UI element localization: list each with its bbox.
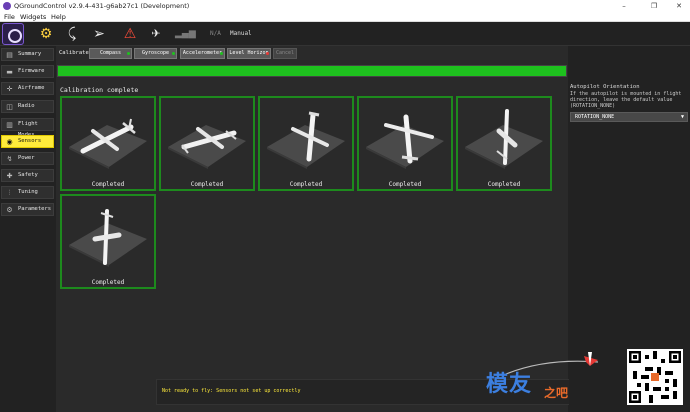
sidebar-item-label: Safety bbox=[18, 172, 38, 178]
tuning-icon: ⫶ bbox=[8, 189, 11, 197]
button-label: Cancel bbox=[275, 50, 295, 56]
rotation-select[interactable]: ROTATION_NONE ▼ bbox=[570, 112, 688, 122]
menu-help[interactable]: Help bbox=[51, 12, 66, 22]
orientation-tile: Completed bbox=[357, 96, 453, 191]
close-button[interactable]: ✕ bbox=[670, 0, 688, 12]
warning-icon[interactable]: ⚠ bbox=[121, 25, 139, 43]
watermark-subtext: 之吧 bbox=[544, 386, 569, 400]
orientation-status: Completed bbox=[190, 181, 224, 188]
sidebar-item-label: Sensors bbox=[18, 138, 42, 144]
level-horizon-calibrate-button[interactable]: Level Horizon bbox=[227, 48, 271, 59]
safety-icon: ✚ bbox=[6, 172, 13, 180]
sidebar-item-label: Power bbox=[18, 155, 35, 161]
notice-text: Not ready to fly: Sensors not set up cor… bbox=[162, 388, 301, 394]
menu-widgets[interactable]: Widgets bbox=[20, 12, 46, 22]
menu-bar: File Widgets Help bbox=[0, 12, 690, 22]
airframe-icon: ✛ bbox=[6, 85, 13, 93]
menu-file[interactable]: File bbox=[4, 12, 15, 22]
app-window: QGroundControl v2.9.4-431-g6ab27c1 (Deve… bbox=[0, 0, 690, 412]
qr-code-image bbox=[627, 349, 683, 405]
compass-calibrate-button[interactable]: Compass bbox=[89, 48, 132, 59]
minimize-button[interactable]: – bbox=[615, 0, 633, 12]
maximize-button[interactable]: ❐ bbox=[645, 0, 663, 12]
button-label: Compass bbox=[99, 50, 122, 56]
chevron-down-icon: ▼ bbox=[680, 114, 684, 120]
button-label: Gyroscope bbox=[141, 50, 170, 56]
status-dot bbox=[127, 52, 130, 55]
sidebar-item-sensors[interactable]: ◉ Sensors bbox=[1, 135, 54, 148]
rc-signal-icon[interactable]: ▂▄▆ bbox=[175, 25, 196, 43]
plane-nose-up-image bbox=[366, 114, 444, 169]
sidebar-item-firmware[interactable]: ▬ Firmware bbox=[1, 65, 54, 78]
sensors-icon: ◉ bbox=[6, 138, 13, 146]
orientation-status: Completed bbox=[487, 181, 521, 188]
sidebar-item-label: Parameters bbox=[18, 206, 52, 212]
flight-mode-label[interactable]: Manual bbox=[230, 30, 252, 37]
sidebar-item-parameters[interactable]: ⚙ Parameters bbox=[1, 203, 54, 216]
firmware-icon: ▬ bbox=[6, 68, 13, 76]
status-dot bbox=[220, 52, 223, 55]
orientation-tile: Completed bbox=[159, 96, 255, 191]
parameters-icon: ⚙ bbox=[6, 206, 13, 214]
orientation-tile: Completed bbox=[60, 194, 156, 289]
sidebar-item-label: Firmware bbox=[18, 68, 45, 74]
sidebar-item-label: Airframe bbox=[18, 85, 45, 91]
cancel-calibration-button[interactable]: Cancel bbox=[273, 48, 297, 59]
summary-icon: ▤ bbox=[6, 51, 13, 59]
gps-satellite-icon[interactable]: ✈ bbox=[147, 25, 165, 43]
orientation-status: Completed bbox=[388, 181, 422, 188]
progress-fill bbox=[58, 66, 566, 76]
watermark-text: 模友 bbox=[486, 372, 533, 397]
setup-gear-icon[interactable]: ⚙ bbox=[37, 25, 55, 43]
toolbar: ⚙ ⤹ ➢ ⚠ ✈ ▂▄▆ N/A Manual bbox=[0, 22, 690, 46]
home-logo-button[interactable] bbox=[2, 23, 24, 45]
plane-level-image bbox=[69, 118, 147, 169]
sidebar-item-label: Summary bbox=[18, 51, 42, 57]
calibration-status-title: Calibration complete bbox=[60, 86, 139, 94]
button-label: Level Horizon bbox=[229, 50, 269, 56]
calibrate-label: Calibrate: bbox=[59, 50, 93, 56]
window-title: QGroundControl v2.9.4-431-g6ab27c1 (Deve… bbox=[14, 2, 190, 10]
sidebar-item-label: Tuning bbox=[18, 189, 38, 195]
orientation-tile: Completed bbox=[456, 96, 552, 191]
power-icon: ↯ bbox=[6, 155, 13, 163]
status-dot bbox=[172, 52, 175, 55]
plane-left-side-image bbox=[465, 109, 543, 169]
calibration-progress-bar bbox=[57, 65, 567, 77]
flight-modes-icon: ▥ bbox=[6, 121, 13, 129]
orientation-status: Completed bbox=[289, 181, 323, 188]
rc-status-text: N/A bbox=[210, 30, 221, 37]
orientation-tile: Completed bbox=[60, 96, 156, 191]
fly-paper-plane-icon[interactable]: ➢ bbox=[90, 25, 108, 43]
sidebar-item-tuning[interactable]: ⫶ Tuning bbox=[1, 186, 54, 199]
sidebar-item-flight-modes[interactable]: ▥ Flight Modes bbox=[1, 118, 54, 138]
sidebar-item-safety[interactable]: ✚ Safety bbox=[1, 169, 54, 182]
plane-right-side-image bbox=[69, 209, 147, 267]
plane-nose-down-image bbox=[267, 111, 345, 169]
sidebar-item-label: Radio bbox=[18, 103, 35, 109]
accelerometer-calibrate-button[interactable]: Accelerometer bbox=[180, 48, 225, 59]
sidebar-item-summary[interactable]: ▤ Summary bbox=[1, 48, 54, 61]
autopilot-orientation-description: If the autopilot is mounted in flight di… bbox=[570, 91, 682, 109]
watermark: 模友 之吧 bbox=[486, 352, 601, 407]
gyroscope-calibrate-button[interactable]: Gyroscope bbox=[134, 48, 177, 59]
status-dot bbox=[266, 52, 269, 55]
setup-sidebar: ▤ Summary ▬ Firmware ✛ Airframe ◫ Radio … bbox=[0, 46, 55, 412]
app-logo-icon bbox=[3, 2, 11, 10]
orientation-status: Completed bbox=[91, 181, 125, 188]
title-bar: QGroundControl v2.9.4-431-g6ab27c1 (Deve… bbox=[0, 0, 690, 12]
radio-icon: ◫ bbox=[6, 103, 13, 111]
orientation-status: Completed bbox=[91, 279, 125, 286]
sidebar-item-airframe[interactable]: ✛ Airframe bbox=[1, 82, 54, 95]
rotation-select-value: ROTATION_NONE bbox=[575, 114, 615, 120]
plane-upside-down-image bbox=[168, 125, 246, 169]
plan-route-icon[interactable]: ⤹ bbox=[63, 25, 81, 43]
orientation-tile: Completed bbox=[258, 96, 354, 191]
sidebar-item-radio[interactable]: ◫ Radio bbox=[1, 100, 54, 113]
autopilot-orientation-title: Autopilot Orientation bbox=[570, 84, 640, 90]
sidebar-item-power[interactable]: ↯ Power bbox=[1, 152, 54, 165]
button-label: Accelerometer bbox=[182, 50, 223, 56]
